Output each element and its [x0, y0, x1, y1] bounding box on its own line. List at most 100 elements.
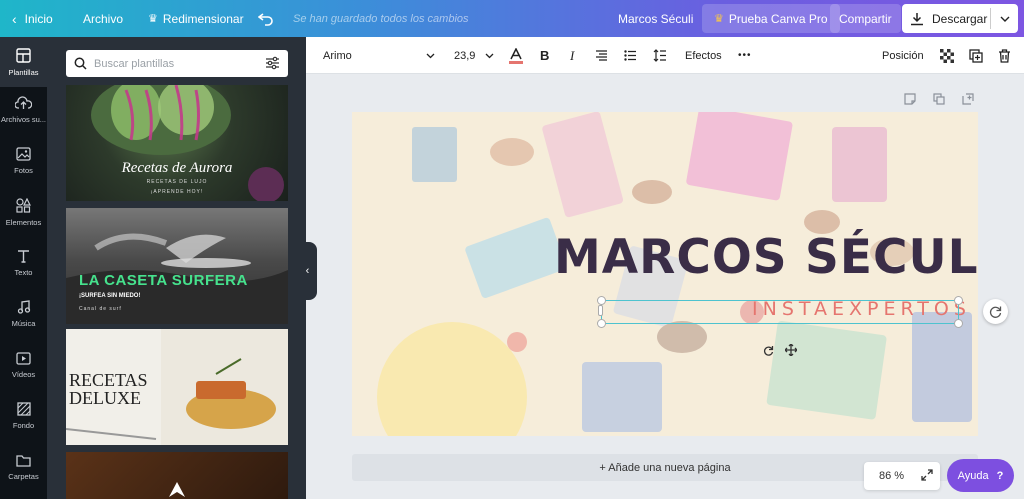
align-icon[interactable] [595, 37, 608, 74]
leaf-photo [169, 482, 185, 497]
zoom-control[interactable]: 86 % [864, 462, 940, 490]
photos-icon [16, 147, 31, 161]
download-label: Descargar [932, 11, 988, 26]
upload-icon [15, 96, 32, 109]
rail-item-uploads[interactable]: Archivos su... [0, 85, 47, 135]
expand-icon[interactable] [921, 468, 933, 484]
font-size-value: 23,9 [454, 49, 476, 62]
rail-item-elements[interactable]: Elementos [0, 187, 47, 237]
trash-icon[interactable] [998, 37, 1011, 74]
divider [990, 8, 991, 29]
video-icon [16, 351, 31, 365]
font-family-value: Arimo [323, 49, 352, 62]
document-title[interactable]: Marcos Séculi [618, 0, 693, 37]
text-color-button[interactable] [509, 37, 523, 74]
copy-icon[interactable] [969, 37, 983, 74]
rail-label: Plantillas [8, 67, 39, 77]
zoom-level: 86 % [879, 470, 905, 482]
template-thumbnail[interactable]: Recetas de Aurora RECETAS DE LUJO ¡APREN… [66, 85, 288, 201]
save-status: Se han guardado todos los cambios [293, 12, 469, 25]
share-button[interactable]: Compartir [830, 4, 901, 33]
download-button[interactable]: Descargar [902, 4, 1018, 33]
duplicate-page-icon[interactable] [933, 92, 945, 110]
add-page-icon[interactable] [962, 92, 974, 110]
template-thumbnail[interactable] [66, 452, 288, 499]
templates-panel: Recetas de Aurora RECETAS DE LUJO ¡APREN… [47, 37, 306, 499]
background-icon [16, 402, 31, 416]
chevron-down-icon[interactable] [996, 8, 1014, 29]
search-input[interactable] [94, 57, 254, 70]
rotate-icon[interactable] [763, 343, 774, 361]
effects-button[interactable]: Efectos [685, 37, 722, 74]
rail-label: Elementos [5, 217, 42, 227]
chevron-down-icon [485, 50, 494, 62]
download-icon [902, 12, 932, 26]
template-thumbnail[interactable]: LA CASETA SURFERA ¡SURFEA SIN MIEDO! Can… [66, 208, 288, 324]
rail-label: Carpetas [8, 471, 39, 481]
template-title: Recetas de Aurora [121, 160, 233, 176]
rail-item-folders[interactable]: Carpetas [0, 442, 47, 492]
home-button[interactable]: ‹ Inicio [12, 0, 53, 37]
bold-button[interactable]: B [540, 37, 549, 74]
template-cta: Canal de surf [79, 306, 122, 312]
rail-label: Fondo [12, 421, 35, 430]
headline-text[interactable]: MARCOS SÉCULI [554, 230, 978, 285]
font-size-select[interactable]: 23,9 [454, 37, 494, 74]
design-canvas[interactable]: MARCOS SÉCULI INSTAEXPERTOS [352, 112, 978, 436]
try-pro-button[interactable]: ♛ Prueba Canva Pro [702, 4, 840, 33]
resize-button[interactable]: ♛ Redimensionar [148, 0, 244, 37]
side-handle[interactable] [598, 305, 603, 316]
help-button[interactable]: Ayuda ? [947, 459, 1014, 492]
filter-icon[interactable] [265, 56, 280, 75]
text-color-icon [509, 47, 523, 64]
rail-item-background[interactable]: Fondo [0, 391, 47, 441]
note-icon[interactable] [904, 92, 916, 110]
folder-icon [16, 454, 31, 467]
rail-item-templates[interactable]: Plantillas [0, 37, 47, 87]
resize-handle[interactable] [597, 296, 606, 305]
resize-handle[interactable] [597, 319, 606, 328]
position-button[interactable]: Posición [882, 37, 924, 74]
italic-button[interactable]: I [570, 37, 574, 74]
home-label: Inicio [24, 11, 53, 26]
templates-icon [16, 47, 31, 63]
chevron-left-icon: ‹ [12, 10, 17, 27]
template-thumbnail[interactable]: RECETAS DELUXE [66, 329, 288, 445]
template-search[interactable] [66, 50, 288, 77]
refresh-icon[interactable] [983, 299, 1008, 324]
text-toolbar: Arimo 23,9 B I Efectos ••• Posición [306, 37, 1024, 74]
try-pro-label: Prueba Canva Pro [728, 11, 828, 26]
more-options-button[interactable]: ••• [738, 37, 752, 74]
file-menu-button[interactable]: Archivo [83, 0, 123, 37]
resize-handle[interactable] [954, 296, 963, 305]
rail-item-music[interactable]: Música [0, 289, 47, 339]
undo-icon[interactable] [258, 0, 274, 37]
template-title: RECETAS DELUXE [69, 370, 148, 408]
rail-label: Archivos su... [0, 115, 46, 124]
template-subtitle: ¡SURFEA SIN MIEDO! [79, 293, 141, 299]
rail-item-photos[interactable]: Fotos [0, 136, 47, 186]
collapse-panel-button[interactable]: ‹ [298, 242, 317, 300]
font-family-select[interactable]: Arimo [323, 37, 435, 74]
rail-item-videos[interactable]: Vídeos [0, 340, 47, 390]
top-bar: ‹ Inicio Archivo ♛ Redimensionar Se han … [0, 0, 1024, 37]
page-actions [904, 92, 974, 110]
transparency-icon[interactable] [940, 37, 954, 74]
rail-label: Fotos [14, 166, 33, 175]
move-icon[interactable] [784, 343, 798, 361]
question-icon: ? [996, 469, 1004, 482]
rail-label: Música [11, 319, 36, 328]
rail-item-text[interactable]: Texto [0, 238, 47, 288]
help-label: Ayuda [957, 469, 989, 482]
spacing-icon[interactable] [653, 37, 667, 74]
template-subtitle: RECETAS DE LUJO [146, 179, 208, 185]
selection-box [601, 300, 959, 324]
crown-icon: ♛ [714, 13, 724, 25]
list-icon[interactable] [624, 37, 637, 74]
rail-label: Vídeos [11, 369, 36, 379]
resize-label: Redimensionar [162, 11, 244, 26]
side-rail: Plantillas Archivos su... Fotos Elemento… [0, 37, 47, 499]
template-title: LA CASETA SURFERA [79, 272, 248, 289]
resize-handle[interactable] [954, 319, 963, 328]
elements-icon [16, 197, 31, 213]
